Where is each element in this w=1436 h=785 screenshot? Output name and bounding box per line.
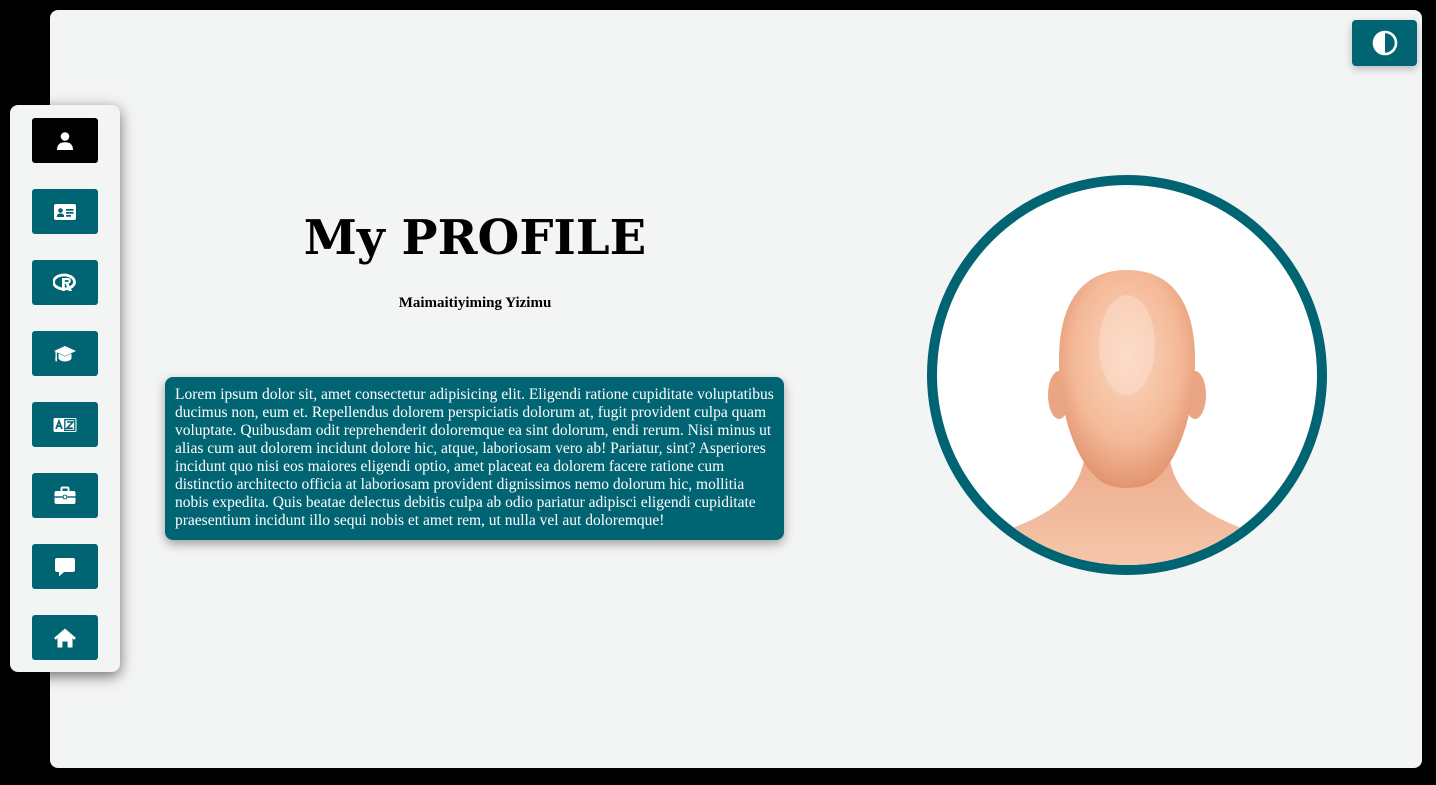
page-title: My PROFILE <box>303 210 647 266</box>
user-icon <box>57 131 73 150</box>
sidebar-nav <box>10 105 120 672</box>
nav-experience-button[interactable] <box>32 473 98 518</box>
avatar <box>937 185 1317 565</box>
nav-home-button[interactable] <box>32 615 98 660</box>
faceless-head-avatar <box>953 270 1301 565</box>
language-icon <box>53 417 77 432</box>
home-icon <box>54 628 76 647</box>
nav-profile-button[interactable] <box>32 118 98 163</box>
nav-education-button[interactable] <box>32 331 98 376</box>
contrast-icon <box>1372 30 1397 56</box>
nav-contact-button[interactable] <box>32 544 98 589</box>
message-icon <box>55 557 75 576</box>
briefcase-icon <box>54 486 76 504</box>
r-language-icon <box>53 273 76 291</box>
nav-skills-button[interactable] <box>32 260 98 305</box>
theme-toggle-button[interactable] <box>1352 20 1417 66</box>
nav-about-button[interactable] <box>32 189 98 234</box>
avatar-frame <box>927 175 1327 575</box>
graduation-cap-icon <box>54 345 76 361</box>
id-card-icon <box>54 203 76 220</box>
nav-languages-button[interactable] <box>32 402 98 447</box>
bio-text: Lorem ipsum dolor sit, amet consectetur … <box>165 377 784 540</box>
profile-name: Maimaitiyiming Yizimu <box>398 295 552 311</box>
